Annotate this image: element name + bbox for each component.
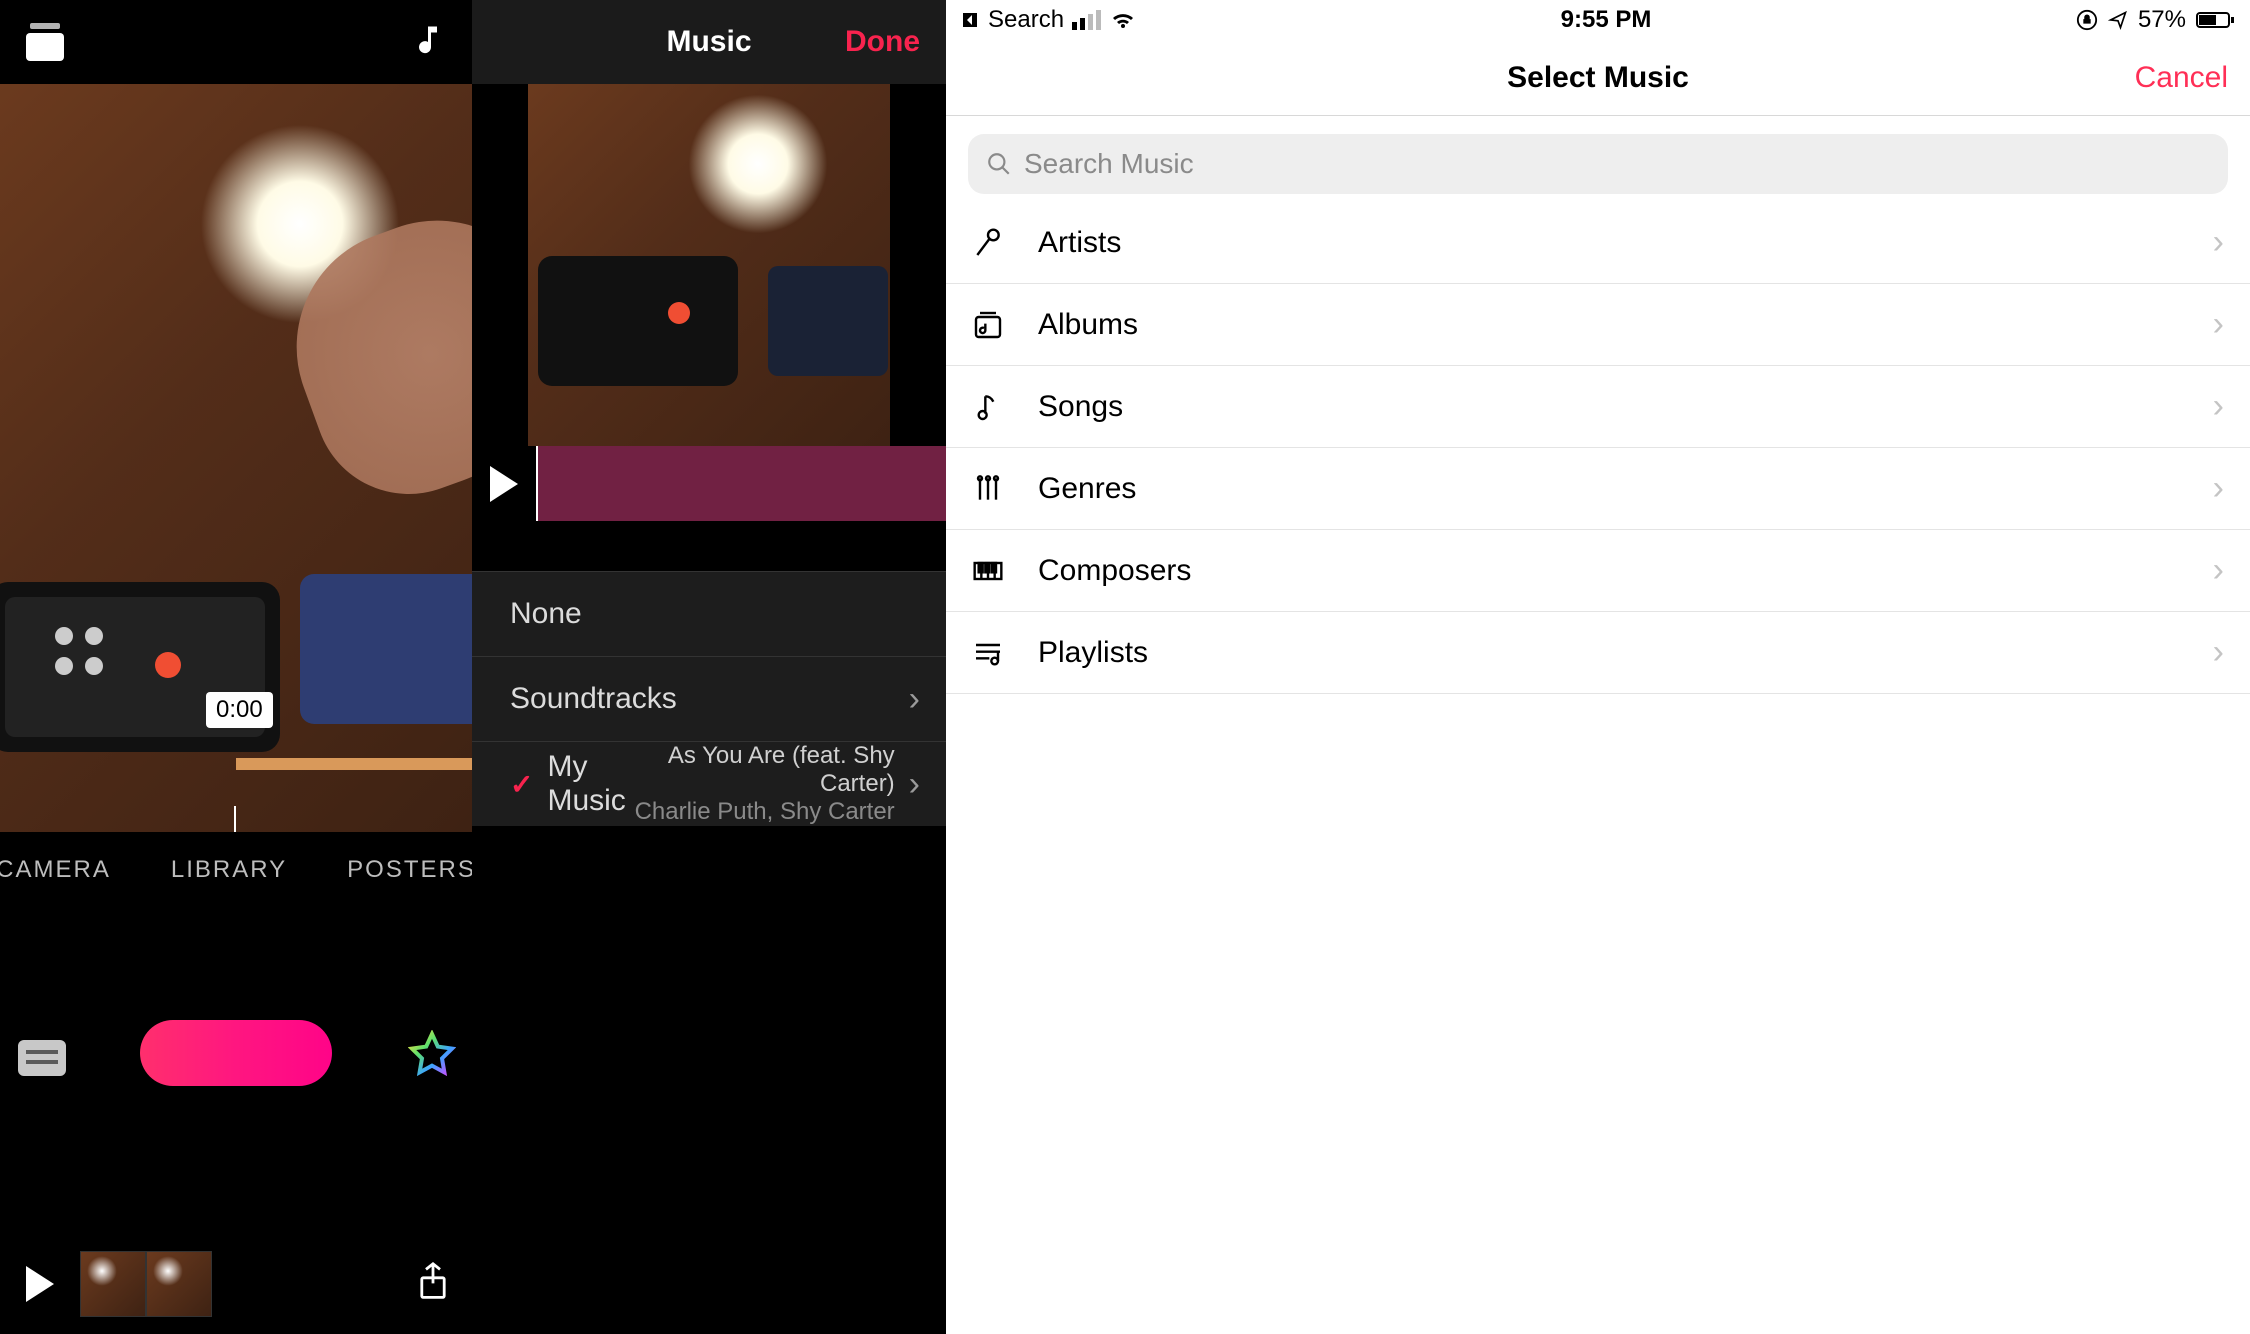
timeline-playhead[interactable] — [234, 806, 236, 832]
cancel-button[interactable]: Cancel — [2135, 61, 2228, 95]
music-preview — [472, 84, 946, 446]
playlist-icon — [968, 637, 1008, 669]
search-input[interactable]: Search Music — [968, 134, 2228, 194]
wifi-icon — [1110, 10, 1136, 30]
row-label: Artists — [1038, 226, 2183, 260]
clips-editor-screen: 0:00 CAMERA LIBRARY POSTERS — [0, 0, 472, 1334]
record-button[interactable] — [140, 1020, 332, 1086]
note-icon — [968, 391, 1008, 423]
preview-phone-right — [300, 574, 472, 724]
piano-icon — [968, 555, 1008, 587]
row-artists[interactable]: Artists › — [946, 202, 2250, 284]
music-option-mymusic[interactable]: ✓ My Music As You Are (feat. Shy Carter)… — [472, 741, 946, 826]
search-placeholder: Search Music — [1024, 148, 1194, 180]
status-time: 9:55 PM — [1561, 6, 1652, 34]
chevron-right-icon: › — [909, 680, 920, 719]
select-music-screen: Search 9:55 PM 57% Select Music Cancel S… — [946, 0, 2250, 1334]
chevron-right-icon: › — [2213, 305, 2224, 344]
cellular-icon — [1072, 10, 1102, 30]
row-albums[interactable]: Albums › — [946, 284, 2250, 366]
music-option-soundtracks[interactable]: Soundtracks › — [472, 656, 946, 741]
music-play-button[interactable] — [490, 466, 518, 502]
location-icon — [2108, 10, 2128, 30]
music-nav-bar: Music Done — [472, 0, 946, 84]
row-genres[interactable]: Genres › — [946, 448, 2250, 530]
music-timeline-row — [472, 446, 946, 521]
row-label: Genres — [1038, 472, 2183, 506]
option-label: None — [510, 597, 582, 631]
effects-button[interactable] — [408, 1030, 456, 1083]
check-icon: ✓ — [510, 768, 533, 801]
row-composers[interactable]: Composers › — [946, 530, 2250, 612]
video-preview[interactable]: 0:00 — [0, 84, 472, 832]
option-label: My Music — [547, 750, 625, 818]
track-artist: Charlie Puth, Shy Carter — [626, 798, 895, 826]
bottom-bar — [0, 1234, 472, 1334]
chevron-right-icon: › — [2213, 223, 2224, 262]
selected-track: As You Are (feat. Shy Carter) Charlie Pu… — [626, 742, 895, 826]
row-playlists[interactable]: Playlists › — [946, 612, 2250, 694]
timestamp-badge: 0:00 — [206, 692, 273, 728]
share-button[interactable] — [416, 1261, 450, 1308]
nav-title: Select Music — [1507, 61, 1689, 95]
source-tabs: CAMERA LIBRARY POSTERS — [0, 856, 472, 884]
top-bar — [0, 0, 472, 84]
timeline-track[interactable] — [236, 758, 472, 770]
status-bar: Search 9:55 PM 57% — [946, 0, 2250, 40]
play-button[interactable] — [26, 1266, 54, 1302]
microphone-icon — [968, 227, 1008, 259]
music-selection-screen: Music Done None Soundtracks › ✓ My Music — [472, 0, 946, 1334]
row-songs[interactable]: Songs › — [946, 366, 2250, 448]
row-label: Playlists — [1038, 636, 2183, 670]
chevron-right-icon: › — [2213, 551, 2224, 590]
orientation-lock-icon — [2076, 9, 2098, 31]
tab-library[interactable]: LIBRARY — [171, 856, 287, 884]
music-category-list: Artists › Albums › Songs › Genres › — [946, 202, 2250, 694]
search-icon — [986, 151, 1012, 177]
projects-icon[interactable] — [26, 23, 64, 61]
select-music-nav: Select Music Cancel — [946, 40, 2250, 116]
tab-camera[interactable]: CAMERA — [0, 856, 111, 884]
music-icon[interactable] — [410, 22, 446, 63]
back-chevron-icon[interactable] — [960, 10, 980, 30]
clip-thumbnail-1[interactable] — [80, 1251, 146, 1317]
captions-button[interactable] — [18, 1040, 66, 1076]
chevron-right-icon: › — [909, 765, 920, 804]
option-label: Soundtracks — [510, 682, 677, 716]
guitar-icon — [968, 473, 1008, 505]
music-title: Music — [666, 25, 751, 59]
music-option-none[interactable]: None — [472, 571, 946, 656]
clip-thumbnail-2[interactable] — [146, 1251, 212, 1317]
music-preview-image[interactable] — [528, 84, 890, 446]
row-label: Albums — [1038, 308, 2183, 342]
album-icon — [968, 309, 1008, 341]
battery-percent: 57% — [2138, 6, 2186, 34]
track-title: As You Are (feat. Shy Carter) — [626, 742, 895, 798]
music-timeline-bar[interactable] — [536, 446, 946, 521]
search-wrap: Search Music — [946, 116, 2250, 202]
row-label: Composers — [1038, 554, 2183, 588]
music-options-list: None Soundtracks › ✓ My Music As You Are… — [472, 571, 946, 826]
back-label[interactable]: Search — [988, 6, 1064, 34]
chevron-right-icon: › — [2213, 633, 2224, 672]
tab-posters[interactable]: POSTERS — [347, 856, 476, 884]
chevron-right-icon: › — [2213, 469, 2224, 508]
battery-icon — [2196, 10, 2236, 30]
row-label: Songs — [1038, 390, 2183, 424]
chevron-right-icon: › — [2213, 387, 2224, 426]
done-button[interactable]: Done — [845, 25, 920, 59]
